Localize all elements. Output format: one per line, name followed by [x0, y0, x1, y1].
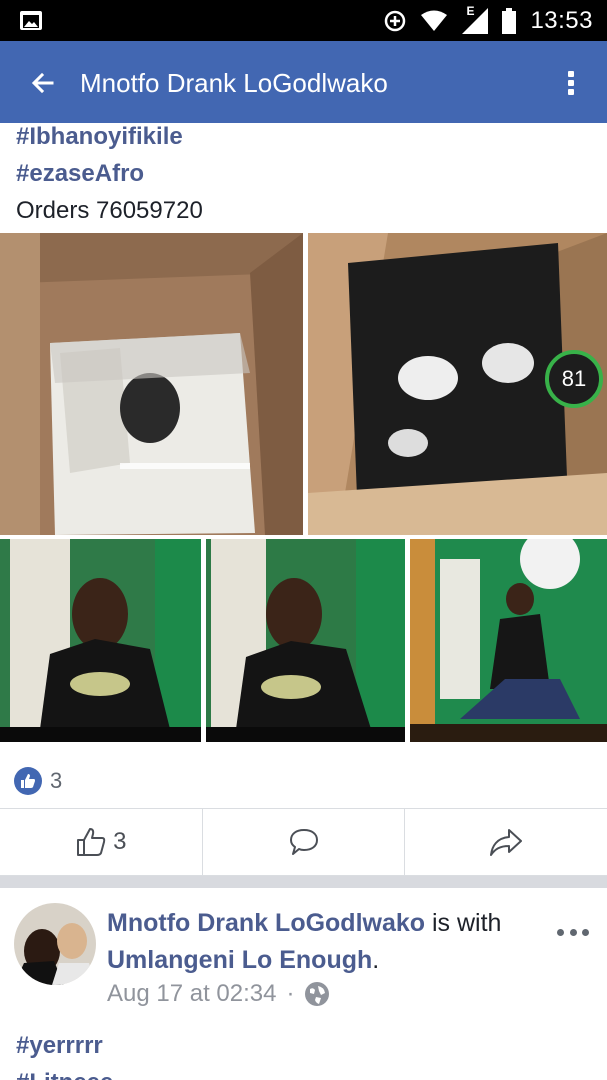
hashtag-link[interactable]: #Litneee — [16, 1064, 113, 1080]
like-count: 3 — [113, 828, 127, 855]
comment-icon — [289, 829, 318, 855]
share-button[interactable] — [405, 809, 607, 875]
wifi-icon — [421, 10, 448, 31]
tagged-user-link[interactable]: Umlangeni Lo Enough — [107, 946, 372, 974]
meta-separator: · — [286, 980, 295, 1007]
status-bar: E 13:53 — [0, 0, 607, 41]
orders-text: Orders 76059720 — [16, 197, 203, 224]
data-saver-icon — [385, 10, 406, 32]
photo-tv-man-1[interactable] — [0, 539, 201, 742]
network-type-label: E — [466, 4, 475, 18]
photo-tv-man-2[interactable] — [206, 539, 405, 742]
share-icon — [490, 829, 523, 856]
page-title: Mnotfo Drank LoGodlwako — [80, 68, 388, 98]
end-punct: . — [372, 946, 380, 974]
photo-box-white-shirts[interactable] — [0, 233, 303, 535]
action-bar: 3 — [0, 808, 607, 876]
hashtag-link[interactable]: #yerrrrr — [16, 1027, 113, 1064]
hashtag-link[interactable]: #Ibhanoyifikile — [16, 118, 203, 155]
post-timestamp[interactable]: Aug 17 at 02:34 — [107, 980, 276, 1008]
post-header: Mnotfo Drank LoGodlwako is with Umlangen… — [107, 905, 547, 979]
post-meta: Aug 17 at 02:34 · — [107, 980, 330, 1008]
post-text: #Ibhanoyifikile #ezaseAfro Orders 760597… — [16, 118, 203, 229]
avatar[interactable] — [14, 903, 96, 985]
hashtag-link[interactable]: #ezaseAfro — [16, 155, 203, 192]
post-more-icon[interactable] — [557, 929, 589, 937]
signal-icon: E — [462, 4, 489, 34]
with-text: is with — [425, 909, 502, 937]
back-arrow-icon[interactable] — [30, 70, 56, 96]
status-time: 13:53 — [530, 7, 593, 34]
more-vertical-icon[interactable] — [565, 66, 577, 100]
gallery-icon — [20, 11, 42, 30]
view-count-badge: 81 — [545, 350, 603, 408]
like-button[interactable]: 3 — [0, 809, 203, 875]
next-post-text: #yerrrrr #Litneee — [16, 1027, 113, 1080]
app-bar: Mnotfo Drank LoGodlwako — [0, 41, 607, 123]
globe-icon — [305, 982, 330, 1006]
comment-button[interactable] — [203, 809, 406, 875]
photo-box-black-shirts[interactable]: 81 — [308, 233, 607, 535]
photo-tv-seated[interactable] — [410, 539, 607, 742]
thumbs-up-icon — [77, 828, 106, 856]
like-reaction-icon — [14, 767, 42, 795]
post-separator — [0, 876, 607, 888]
author-link[interactable]: Mnotfo Drank LoGodlwako — [107, 909, 425, 937]
reaction-summary[interactable]: 3 — [14, 766, 62, 796]
reaction-count: 3 — [50, 768, 63, 793]
battery-icon — [502, 8, 517, 34]
